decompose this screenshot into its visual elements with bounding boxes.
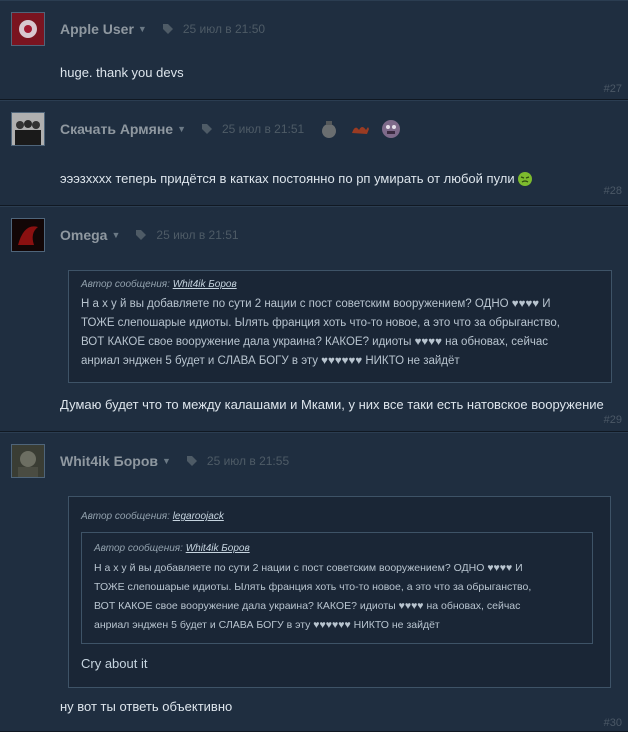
quote-author: Автор сообщения: Whit4ik Боров	[81, 279, 237, 290]
author-name[interactable]: Omega	[60, 227, 107, 243]
quote-block: Автор сообщения: Whit4ik Боров Н а х у й…	[68, 270, 612, 383]
comment-header: Whit4ik Боров ▼ 25 июл в 21:55	[11, 444, 289, 478]
author-name[interactable]: Скачать Армяне	[60, 121, 173, 137]
comment-thread: Apple User ▼ 25 июл в 21:50 huge. thank …	[0, 0, 628, 732]
quote-author-link[interactable]: Whit4ik Боров	[173, 279, 237, 290]
comment-text: ну вот ты ответь объективно	[60, 699, 233, 714]
tag-icon[interactable]	[161, 22, 175, 36]
award-list	[318, 118, 411, 140]
quote-line: Н а х у й вы добавляете по сути 2 нации …	[81, 298, 551, 310]
quote-text: Н а х у й вы добавляете по сути 2 нации …	[94, 559, 580, 635]
money-bag-award-icon[interactable]	[318, 118, 340, 140]
comment-post: Скачать Армяне ▼ 25 июл в 21:51 эээзхххх…	[0, 100, 628, 206]
nested-quote-block: Автор сообщения: Whit4ik Боров Н а х у й…	[81, 532, 593, 644]
quote-author-link[interactable]: Whit4ik Боров	[186, 543, 250, 554]
flower-avatar-icon[interactable]	[11, 12, 45, 46]
quote-line: ТОЖЕ слепошарые идиоты. Ылять франция хо…	[81, 317, 560, 329]
quote-line: ТОЖЕ слепошарые идиоты. Ылять франция хо…	[94, 581, 532, 593]
quote-line: анриал энджен 5 будет и СЛАВА БОГУ в эту…	[94, 619, 440, 631]
comment-date: 25 июл в 21:50	[182, 22, 266, 36]
comment-number[interactable]: #30	[604, 717, 622, 729]
comment-header: Скачать Армяне ▼ 25 июл в 21:51	[11, 112, 411, 146]
comment-header: Omega ▼ 25 июл в 21:51	[11, 218, 239, 252]
comment-number[interactable]: #28	[604, 185, 622, 197]
author-name[interactable]: Whit4ik Боров	[60, 453, 158, 469]
quote-author-link[interactable]: legaroojack	[173, 511, 224, 522]
quote-author: Автор сообщения: legaroojack	[81, 511, 224, 522]
comment-number[interactable]: #29	[604, 414, 622, 426]
chevron-down-icon[interactable]: ▼	[138, 24, 147, 34]
comment-date: 25 июл в 21:51	[222, 122, 305, 136]
angry-emoticon-icon	[517, 172, 532, 186]
dragon-avatar-icon[interactable]	[11, 218, 45, 252]
quote-line: ВОТ КАКОЕ свое вооружение дала украина? …	[81, 336, 549, 348]
tag-icon[interactable]	[185, 454, 199, 468]
quote-line: Н а х у й вы добавляете по сути 2 нации …	[94, 562, 523, 574]
quote-reply-text: Cry about it	[81, 656, 148, 671]
monster-face-award-icon[interactable]	[380, 118, 402, 140]
comment-date: 25 июл в 21:55	[206, 454, 290, 468]
comment-text: huge. thank you devs	[60, 65, 184, 80]
comment-text: Думаю будет что то между калашами и Мкам…	[60, 397, 604, 412]
quote-text: Н а х у й вы добавляете по сути 2 нации …	[81, 295, 599, 371]
comment-number[interactable]: #27	[604, 83, 622, 95]
tag-icon[interactable]	[200, 122, 214, 136]
quote-line: ВОТ КАКОЕ свое вооружение дала украина? …	[94, 600, 521, 612]
comment-post: Whit4ik Боров ▼ 25 июл в 21:55 Автор соо…	[0, 432, 628, 732]
chevron-down-icon[interactable]: ▼	[177, 124, 186, 134]
chevron-down-icon[interactable]: ▼	[162, 456, 171, 466]
quote-author: Автор сообщения: Whit4ik Боров	[94, 543, 250, 554]
soldier-avatar-icon[interactable]	[11, 444, 45, 478]
comment-date: 25 июл в 21:51	[156, 228, 239, 242]
comment-post: Omega ▼ 25 июл в 21:51 Автор сообщения: …	[0, 206, 628, 432]
camel-award-icon[interactable]	[349, 118, 371, 140]
comment-post: Apple User ▼ 25 июл в 21:50 huge. thank …	[0, 0, 628, 100]
comment-header: Apple User ▼ 25 июл в 21:50	[11, 12, 265, 46]
group-photo-avatar-icon[interactable]	[11, 112, 45, 146]
chevron-down-icon[interactable]: ▼	[111, 230, 120, 240]
quote-line: анриал энджен 5 будет и СЛАВА БОГУ в эту…	[81, 355, 460, 367]
comment-text: эээзхххх теперь придётся в катках постоя…	[60, 171, 533, 187]
author-name[interactable]: Apple User	[60, 21, 134, 37]
quote-block: Автор сообщения: legaroojack Автор сообщ…	[68, 496, 611, 688]
tag-icon[interactable]	[134, 228, 148, 242]
